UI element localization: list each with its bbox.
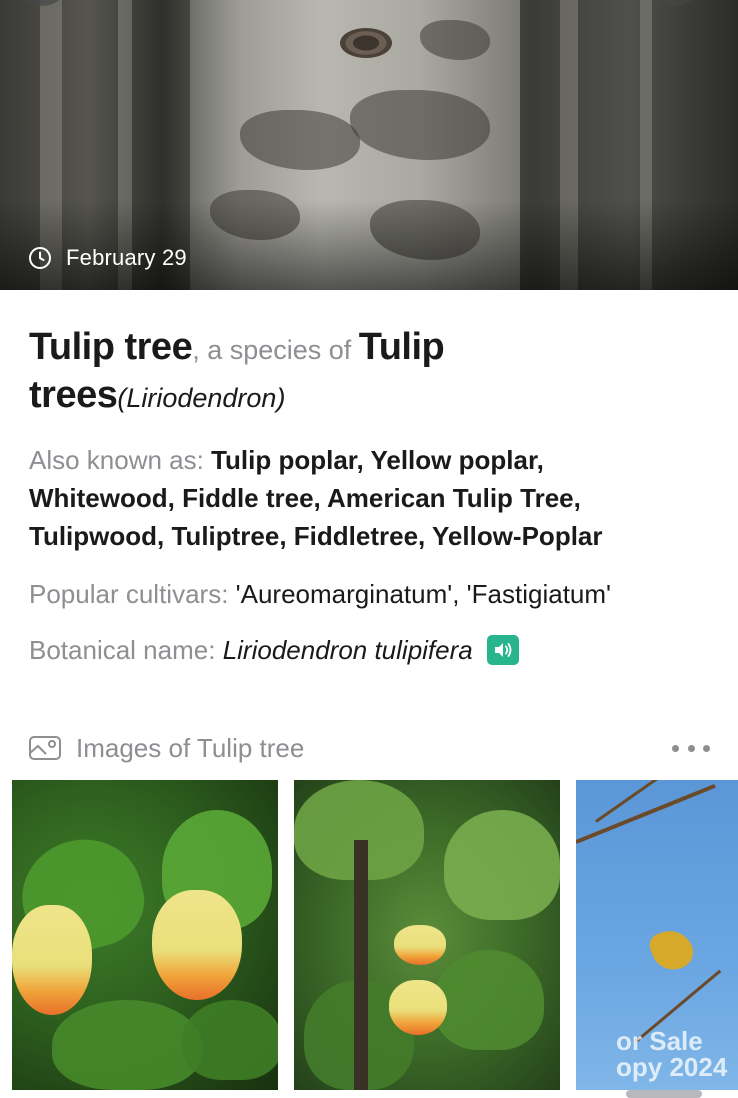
image-thumbnail-3[interactable]: or Sale opy 2024 <box>576 780 738 1090</box>
images-section-header: Images of Tulip tree <box>28 730 710 766</box>
leaf <box>434 950 544 1050</box>
watermark-line-2: opy 2024 <box>616 1052 728 1082</box>
also-known-as: Also known as: Tulip poplar, Yellow popl… <box>29 441 719 555</box>
falling-leaf <box>646 924 698 976</box>
botanical-value: Liriodendron tulipifera <box>222 635 473 665</box>
tulip-flower <box>12 905 92 1015</box>
horizontal-scroll-indicator[interactable] <box>626 1090 702 1098</box>
botanical-label: Botanical name: <box>29 635 216 665</box>
species-title: Tulip tree, a species of Tulip trees(Lir… <box>29 326 709 420</box>
bark-patch <box>240 110 360 170</box>
tree-branch <box>576 783 716 844</box>
leaf <box>444 810 560 920</box>
genus-link[interactable]: Tulip <box>359 326 445 368</box>
bark-patch <box>420 20 490 60</box>
leaf <box>52 1000 202 1090</box>
aka-label: Also known as: <box>29 445 212 475</box>
tulip-flower <box>389 980 447 1035</box>
botanical-name: Botanical name: Liriodendron tulipifera <box>29 631 719 669</box>
cultivars-value: 'Aureomarginatum', 'Fastigiatum' <box>235 579 611 609</box>
plant-name: Tulip tree <box>29 326 193 368</box>
leaf <box>182 1000 278 1080</box>
popular-cultivars: Popular cultivars: 'Aureomarginatum', 'F… <box>29 575 719 613</box>
image-thumbnail-1[interactable] <box>12 780 278 1090</box>
image-watermark: or Sale opy 2024 <box>616 1028 727 1080</box>
tulip-flower <box>394 925 446 965</box>
tree-branch <box>354 840 368 1090</box>
overlay-button-right[interactable] <box>652 0 696 6</box>
genus-link-continued[interactable]: trees <box>29 374 118 416</box>
genus-latin: (Liriodendron) <box>117 383 286 413</box>
images-heading: Images of Tulip tree <box>76 732 305 763</box>
aka-line-3: Tulipwood, Tuliptree, Fiddletree, Yellow… <box>29 521 603 551</box>
image-thumbnail-2[interactable] <box>294 780 560 1090</box>
more-options-icon[interactable] <box>672 742 710 754</box>
aka-line-2: Whitewood, Fiddle tree, American Tulip T… <box>29 483 581 513</box>
cultivars-label: Popular cultivars: <box>29 579 236 609</box>
bark-patch <box>350 90 490 160</box>
hero-image[interactable]: February 29 <box>0 0 738 290</box>
observation-date: February 29 <box>28 245 187 271</box>
aka-line-1: Tulip poplar, Yellow poplar, <box>211 445 544 475</box>
clock-icon <box>29 247 51 269</box>
title-connector: , a species of <box>192 335 359 365</box>
image-gallery-icon <box>29 736 61 760</box>
tulip-flower <box>152 890 242 1000</box>
bark-knot <box>340 28 392 58</box>
pronunciation-speaker-icon[interactable] <box>486 635 519 665</box>
date-text: February 29 <box>66 245 187 270</box>
